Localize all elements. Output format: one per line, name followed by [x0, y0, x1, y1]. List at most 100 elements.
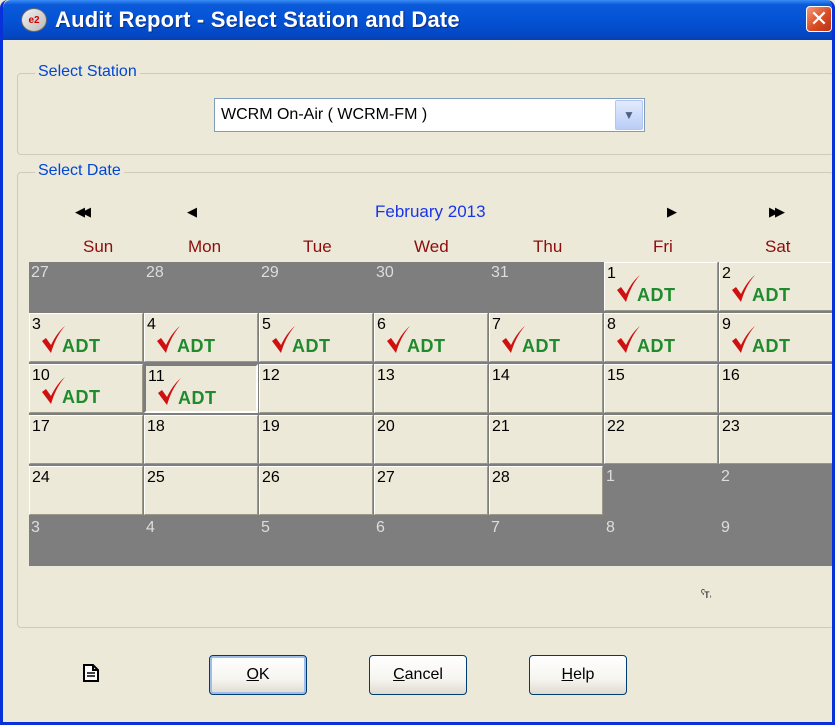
adt-label: ADT — [292, 336, 331, 356]
day-number: 18 — [147, 418, 165, 435]
date-group-label: Select Date — [35, 162, 124, 180]
day-number: 23 — [722, 418, 740, 435]
help-button[interactable]: Help — [529, 655, 627, 695]
calendar-day-cell[interactable]: 1 ADT — [604, 262, 718, 311]
adt-marker: ADT — [40, 377, 130, 407]
adt-marker: ADT — [615, 326, 705, 356]
weekday-thu: Thu — [533, 237, 563, 256]
calendar-day-cell[interactable]: 29 — [259, 262, 373, 311]
calendar-day-cell[interactable]: 7 ADT — [489, 313, 603, 362]
day-number: 5 — [261, 519, 270, 536]
adt-label: ADT — [522, 336, 561, 356]
calendar-day-cell[interactable]: 28 — [489, 466, 603, 515]
app-icon: e2 — [21, 8, 47, 32]
calendar-day-cell[interactable]: 6 ADT — [374, 313, 488, 362]
calendar-day-cell[interactable]: 30 — [374, 262, 488, 311]
day-number: 25 — [147, 469, 165, 486]
day-number: 21 — [492, 418, 510, 435]
calendar-day-cell[interactable]: 27 — [29, 262, 143, 311]
next-month-icon[interactable]: ▶ — [667, 204, 677, 220]
weekday-mon: Mon — [188, 237, 222, 256]
dropdown-arrow-icon[interactable]: ▼ — [615, 100, 643, 130]
day-number: 28 — [492, 469, 510, 486]
help-label-rest: elp — [573, 666, 595, 683]
day-number: 17 — [32, 418, 50, 435]
calendar-day-cell[interactable]: 31 — [489, 262, 603, 311]
calendar-day-cell[interactable]: 21 — [489, 415, 603, 464]
calendar-day-cell[interactable]: 4 ADT — [144, 313, 258, 362]
calendar-day-cell[interactable]: 6 — [374, 517, 488, 566]
station-group-label: Select Station — [35, 63, 140, 81]
calendar-day-cell[interactable]: 13 — [374, 364, 488, 413]
calendar-day-cell[interactable]: 11 ADT — [144, 364, 258, 413]
calendar-day-cell[interactable]: 15 — [604, 364, 718, 413]
calendar-day-cell[interactable]: 24 — [29, 466, 143, 515]
calendar-day-cell[interactable]: 8 ADT — [604, 313, 718, 362]
calendar-day-cell[interactable]: 7 — [489, 517, 603, 566]
help-mnemonic: H — [561, 666, 574, 683]
adt-label: ADT — [407, 336, 446, 356]
adt-marker: ADT — [40, 326, 130, 356]
close-button[interactable]: ✕ — [806, 6, 832, 32]
calendar-day-cell[interactable]: 9 ADT — [719, 313, 832, 362]
calendar-day-cell[interactable]: 23 — [719, 415, 832, 464]
calendar-day-cell[interactable]: 2 — [719, 466, 832, 515]
day-number: 8 — [606, 519, 615, 536]
day-number: 13 — [377, 367, 395, 384]
calendar-day-cell[interactable]: 28 — [144, 262, 258, 311]
calendar-day-cell[interactable]: 19 — [259, 415, 373, 464]
day-number: 6 — [376, 519, 385, 536]
day-number: 4 — [146, 519, 155, 536]
calendar-day-cell[interactable]: 18 — [144, 415, 258, 464]
day-number: 24 — [32, 469, 50, 486]
prev-year-icon[interactable]: ◀◀ — [75, 204, 91, 220]
calendar-day-cell[interactable]: 5 ADT — [259, 313, 373, 362]
adt-label: ADT — [62, 387, 101, 407]
title-bar[interactable]: e2 Audit Report - Select Station and Dat… — [3, 0, 832, 40]
adt-marker: ADT — [155, 326, 245, 356]
calendar-day-cell[interactable]: 27 — [374, 466, 488, 515]
calendar-day-cell[interactable]: 9 — [719, 517, 832, 566]
calendar-day-cell[interactable]: 3 — [29, 517, 143, 566]
weekday-sat: Sat — [765, 237, 791, 256]
ok-button[interactable]: OK — [209, 655, 307, 695]
cancel-button[interactable]: Cancel — [369, 655, 467, 695]
adt-marker: ADT — [615, 275, 705, 305]
adt-label: ADT — [752, 285, 791, 305]
calendar-day-cell[interactable]: 12 — [259, 364, 373, 413]
adt-label: ADT — [178, 388, 217, 408]
adt-marker: ADT — [730, 326, 820, 356]
day-number: 31 — [491, 264, 509, 281]
calendar-day-cell[interactable]: 8 — [604, 517, 718, 566]
day-number: 28 — [146, 264, 164, 281]
adt-label: ADT — [637, 336, 676, 356]
adt-marker: ADT — [385, 326, 475, 356]
day-number: 22 — [607, 418, 625, 435]
window-title: Audit Report - Select Station and Date — [55, 7, 460, 32]
weekday-sun: Sun — [83, 237, 114, 256]
calendar-day-cell[interactable]: 22 — [604, 415, 718, 464]
calendar-day-cell[interactable]: 2 ADT — [719, 262, 832, 311]
day-number: 12 — [262, 367, 280, 384]
calendar-day-cell[interactable]: 10 ADT — [29, 364, 143, 413]
weekday-wed: Wed — [414, 237, 449, 256]
calendar-day-cell[interactable]: 17 — [29, 415, 143, 464]
document-icon[interactable] — [83, 664, 99, 687]
day-number: 26 — [262, 469, 280, 486]
next-year-icon[interactable]: ▶▶ — [769, 204, 785, 220]
cancel-mnemonic: C — [393, 666, 405, 683]
prev-month-icon[interactable]: ◀ — [187, 204, 197, 220]
calendar-day-cell[interactable]: 20 — [374, 415, 488, 464]
calendar-day-cell[interactable]: 16 — [719, 364, 832, 413]
calendar-day-cell[interactable]: 4 — [144, 517, 258, 566]
calendar-day-cell[interactable]: 3 ADT — [29, 313, 143, 362]
calendar-day-cell[interactable]: 26 — [259, 466, 373, 515]
day-number: 19 — [262, 418, 280, 435]
calendar-day-cell[interactable]: 1 — [604, 466, 718, 515]
station-dropdown[interactable]: WCRM On-Air ( WCRM-FM ) ▼ — [214, 98, 645, 132]
day-number: 9 — [721, 519, 730, 536]
calendar-day-cell[interactable]: 25 — [144, 466, 258, 515]
calendar-day-cell[interactable]: 14 — [489, 364, 603, 413]
month-title: February 2013 — [375, 202, 486, 221]
calendar-day-cell[interactable]: 5 — [259, 517, 373, 566]
